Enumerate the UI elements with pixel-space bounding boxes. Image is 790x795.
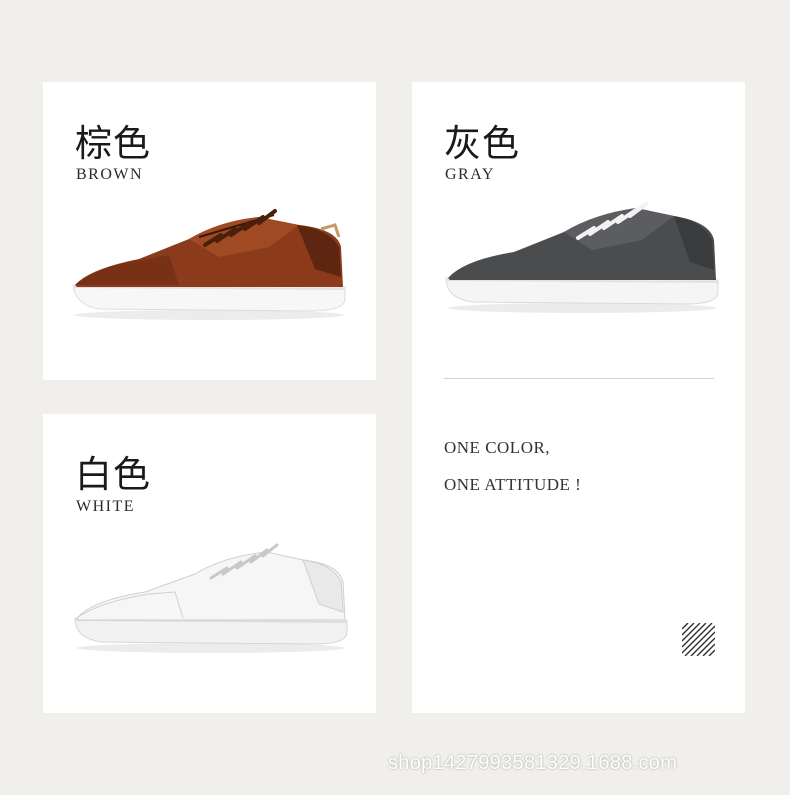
white-chinese-label: 白色 [75,453,151,496]
shop-watermark: shop1427993581329.1688.com [388,752,678,774]
gray-english-label: GRAY [445,166,495,183]
brown-english-label: BROWN [76,166,144,183]
divider-line [444,378,714,379]
gray-sneaker-image [445,202,719,313]
brown-sneaker-image [72,209,346,320]
white-color-card: 白色 WHITE [43,414,376,713]
diagonal-hatch-icon [682,623,715,656]
white-english-label: WHITE [76,498,136,515]
brown-color-card: 棕色 BROWN [43,82,376,380]
white-sneaker-image [74,543,348,653]
slogan-line-2: ONE ATTITUDE ! [444,475,582,494]
slogan-line-1: ONE COLOR, [444,438,551,457]
brown-chinese-label: 棕色 [75,122,151,165]
gray-color-card: 灰色 GRAY ONE COLOR, ONE ATTITUDE ! [412,82,745,713]
gray-chinese-label: 灰色 [444,122,520,165]
